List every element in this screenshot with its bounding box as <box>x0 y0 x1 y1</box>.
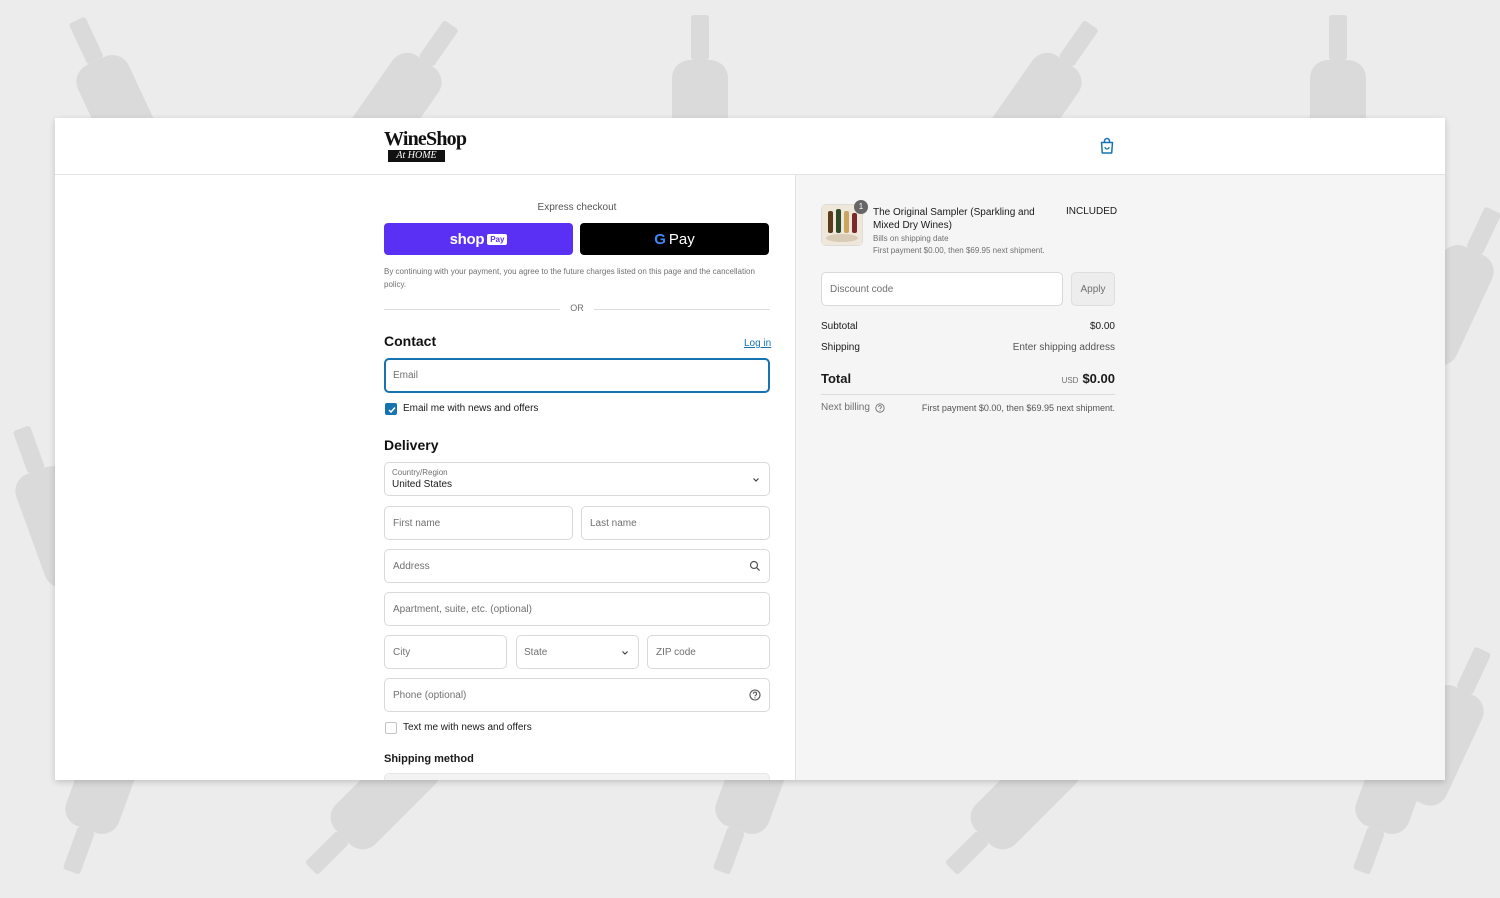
zip-code-input[interactable] <box>647 635 770 669</box>
total-divider <box>821 394 1115 395</box>
express-checkout-title: Express checkout <box>537 202 617 213</box>
product-name: The Original Sampler (Sparkling and Mixe… <box>873 207 1035 231</box>
shop-pay-button[interactable]: shop Pay <box>384 223 573 255</box>
state-select[interactable]: State <box>516 635 639 669</box>
total-amount: USD $0.00 <box>821 370 1115 388</box>
product-thumbnail: 1 <box>821 200 868 246</box>
discount-code-input[interactable] <box>821 272 1063 306</box>
wineshop-logo[interactable]: WineShop At HOME <box>384 128 467 162</box>
email-news-label: Email me with news and offers <box>403 403 539 414</box>
checkout-window: WineShop At HOME Express checkout shop P… <box>55 118 1445 780</box>
total-currency: USD <box>1061 376 1079 385</box>
or-text: OR <box>570 303 584 313</box>
country-label: Country/Region <box>392 468 448 477</box>
google-pay-label: Pay <box>668 230 695 248</box>
google-g-icon: G <box>654 230 666 248</box>
email-input[interactable] <box>384 358 770 393</box>
subtotal-value: $0.00 <box>1089 321 1115 332</box>
country-value: United States <box>392 479 453 490</box>
google-pay-button[interactable]: G Pay <box>580 223 769 255</box>
apartment-input[interactable] <box>384 592 770 626</box>
logo-wordmark: WineShop <box>384 128 467 150</box>
checkout-header: WineShop At HOME <box>55 118 1445 175</box>
shopping-bag-icon[interactable] <box>1099 137 1115 155</box>
product-billing-note: Bills on shipping date <box>873 234 949 243</box>
chevron-down-icon <box>753 478 759 482</box>
or-line-right <box>594 309 770 310</box>
or-divider: OR <box>384 303 770 315</box>
search-icon[interactable] <box>749 560 761 572</box>
total-value: $0.00 <box>1082 371 1115 386</box>
quantity-badge: 1 <box>854 200 868 214</box>
checkout-form-pane: Express checkout shop Pay G Pay By conti… <box>55 175 795 780</box>
contact-title: Contact <box>384 333 437 349</box>
country-select[interactable]: Country/Region United States <box>384 462 770 496</box>
order-summary-pane: 1 The Original Sampler (Sparkling and Mi… <box>795 175 1445 780</box>
payment-consent-text: By continuing with your payment, you agr… <box>384 267 755 289</box>
product-price: INCLUDED <box>1066 206 1118 217</box>
delivery-title: Delivery <box>384 437 439 453</box>
next-billing-value: First payment $0.00, then $69.95 next sh… <box>921 403 1115 413</box>
last-name-input[interactable] <box>581 506 770 540</box>
text-news-label: Text me with news and offers <box>403 722 532 733</box>
email-news-checkbox[interactable] <box>385 403 397 415</box>
check-icon <box>388 407 396 414</box>
shop-pay-wordmark: shop <box>449 230 485 248</box>
apply-discount-button[interactable]: Apply <box>1071 272 1115 306</box>
log-in-link[interactable]: Log in <box>744 338 771 349</box>
text-news-checkbox[interactable] <box>385 722 397 734</box>
logo-tagline: At HOME <box>388 150 445 162</box>
help-circle-icon[interactable] <box>749 689 761 701</box>
phone-input[interactable] <box>384 678 770 712</box>
state-placeholder: State <box>524 647 548 658</box>
city-input[interactable] <box>384 635 507 669</box>
shop-pay-pill: Pay <box>487 233 508 245</box>
chevron-down-icon <box>622 651 628 655</box>
address-input[interactable] <box>384 549 770 583</box>
first-name-input[interactable] <box>384 506 573 540</box>
shipping-value: Enter shipping address <box>1012 342 1115 353</box>
product-payment-note: First payment $0.00, then $69.95 next sh… <box>873 246 1045 255</box>
shipping-method-placeholder-box <box>384 773 770 780</box>
shipping-method-title: Shipping method <box>384 753 474 765</box>
